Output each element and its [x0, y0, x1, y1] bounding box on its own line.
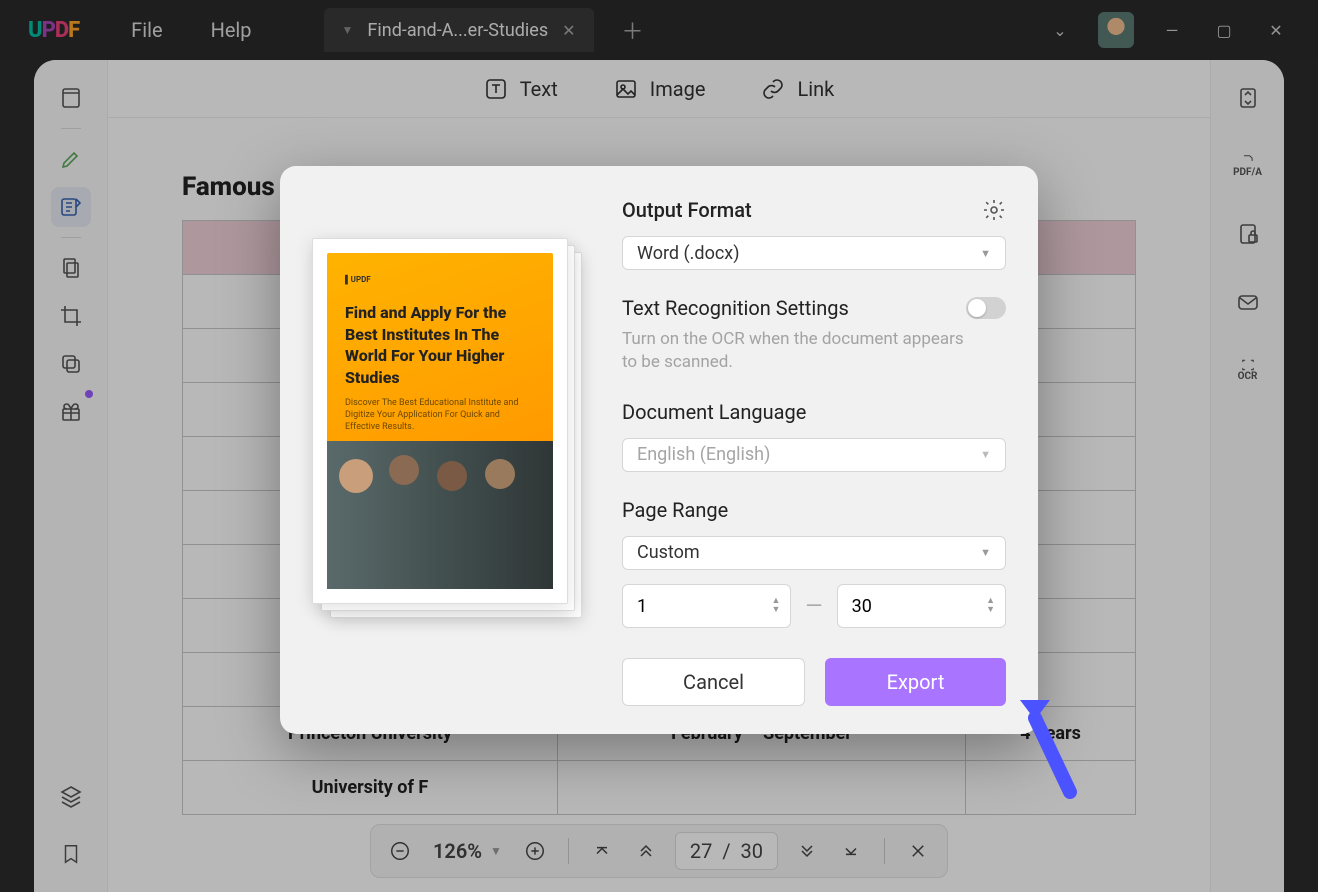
range-label: Page Range [622, 498, 1006, 522]
output-format-label: Output Format [622, 198, 752, 222]
language-select[interactable]: English (English)▼ [622, 438, 1006, 472]
ocr-label: Text Recognition Settings [622, 296, 849, 320]
stepper-icon[interactable]: ▲▼ [986, 597, 995, 615]
preview-thumbnail: ▌UPDF Find and Apply For the Best Instit… [312, 238, 582, 618]
ocr-description: Turn on the OCR when the document appear… [622, 328, 982, 374]
language-label: Document Language [622, 400, 1006, 424]
ocr-toggle[interactable] [966, 297, 1006, 319]
range-dash: — [805, 594, 822, 619]
cancel-button[interactable]: Cancel [622, 658, 805, 706]
output-format-select[interactable]: Word (.docx)▼ [622, 236, 1006, 270]
stepper-icon[interactable]: ▲▼ [771, 597, 780, 615]
range-select[interactable]: Custom▼ [622, 536, 1006, 570]
range-to-input[interactable]: 30▲▼ [837, 584, 1006, 628]
export-button[interactable]: Export [825, 658, 1006, 706]
range-from-input[interactable]: 1▲▼ [622, 584, 791, 628]
settings-gear-icon[interactable] [982, 198, 1006, 222]
export-modal: ▌UPDF Find and Apply For the Best Instit… [280, 166, 1038, 734]
